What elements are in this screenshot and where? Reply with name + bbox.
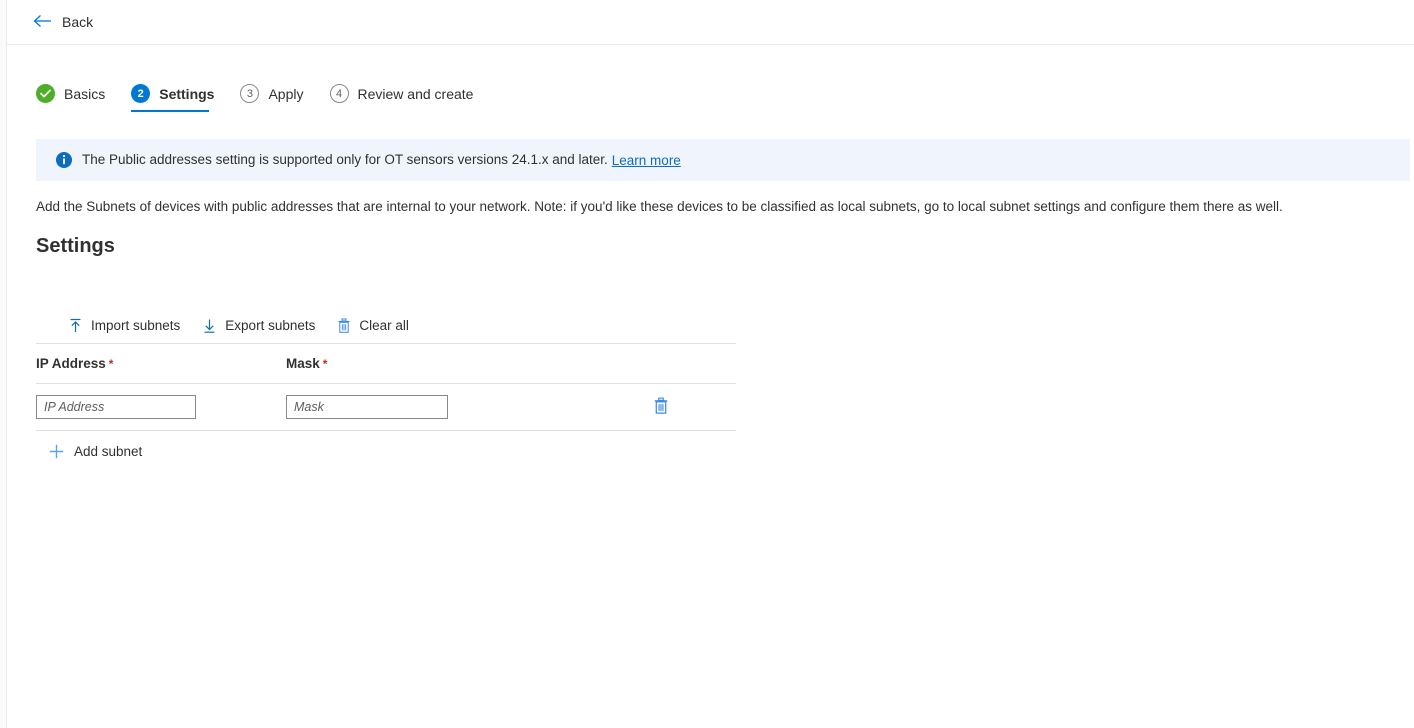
import-subnets-label: Import subnets <box>91 318 180 333</box>
trash-icon <box>337 318 351 334</box>
wizard-step-apply[interactable]: 3 Apply <box>240 84 317 112</box>
wizard-step-basics[interactable]: Basics <box>36 84 119 112</box>
export-subnets-button[interactable]: Export subnets <box>196 315 321 337</box>
left-rail <box>0 0 7 728</box>
info-icon <box>56 152 72 168</box>
trash-icon <box>653 397 669 418</box>
wizard-step-review-and-create[interactable]: 4 Review and create <box>330 84 488 112</box>
step-number-badge: 4 <box>330 84 349 103</box>
page-root: Back Basics 2 Settings 3 Apply 4 Review … <box>0 0 1414 728</box>
export-subnets-label: Export subnets <box>225 318 315 333</box>
add-subnet-label: Add subnet <box>74 444 142 459</box>
wizard-step-settings[interactable]: 2 Settings <box>131 84 228 112</box>
back-button[interactable]: Back <box>29 10 97 35</box>
import-subnets-button[interactable]: Import subnets <box>62 315 186 337</box>
column-header-ip-address: IP Address* <box>36 356 286 371</box>
step-number-badge: 2 <box>131 84 150 103</box>
page-description: Add the Subnets of devices with public a… <box>36 198 1296 216</box>
plus-icon <box>49 444 64 459</box>
wizard-step-label: Basics <box>64 86 105 102</box>
wizard-step-label: Apply <box>268 86 303 102</box>
required-asterisk: * <box>323 357 328 371</box>
cell-ip-address <box>36 395 286 419</box>
arrow-left-icon <box>33 14 52 31</box>
clear-all-button[interactable]: Clear all <box>331 315 415 337</box>
page-title: Settings <box>36 232 115 260</box>
check-icon <box>36 84 55 103</box>
column-header-label: Mask <box>286 356 320 371</box>
column-header-mask: Mask* <box>286 356 586 371</box>
add-subnet-button[interactable]: Add subnet <box>36 431 142 459</box>
upload-icon <box>68 318 83 334</box>
ip-address-input[interactable] <box>36 395 196 419</box>
wizard-step-label: Settings <box>159 86 214 102</box>
subnets-toolbar: Import subnets Export subnets <box>36 308 736 344</box>
required-asterisk: * <box>109 357 114 371</box>
active-step-underline <box>131 110 209 112</box>
column-header-label: IP Address <box>36 356 106 371</box>
wizard-steps: Basics 2 Settings 3 Apply 4 Review and c… <box>36 84 499 112</box>
cell-actions <box>586 394 736 421</box>
wizard-step-label: Review and create <box>358 86 474 102</box>
table-row <box>36 384 736 431</box>
cell-mask <box>286 395 586 419</box>
download-icon <box>202 318 217 334</box>
subnets-table-header: IP Address* Mask* <box>36 344 736 384</box>
info-banner-text: The Public addresses setting is supporte… <box>82 153 608 167</box>
step-number-badge: 3 <box>240 84 259 103</box>
clear-all-label: Clear all <box>359 318 409 333</box>
mask-input[interactable] <box>286 395 448 419</box>
back-label: Back <box>62 15 93 29</box>
subnets-panel: Import subnets Export subnets <box>36 308 736 459</box>
command-bar: Back <box>7 0 1414 45</box>
learn-more-link[interactable]: Learn more <box>612 153 681 168</box>
delete-row-button[interactable] <box>650 394 672 421</box>
info-banner: The Public addresses setting is supporte… <box>36 139 1410 181</box>
